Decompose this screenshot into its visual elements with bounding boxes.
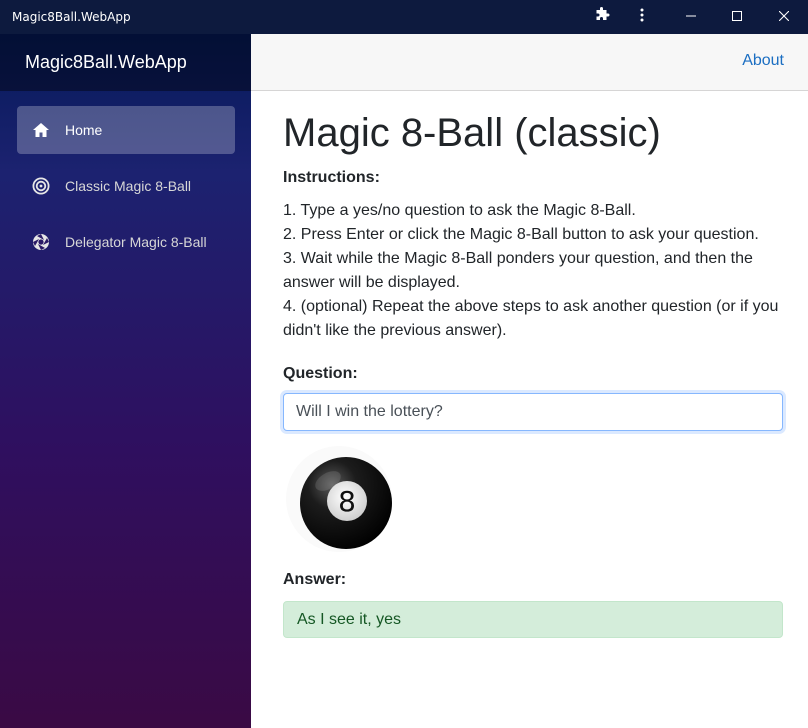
instruction-step: 3. Wait while the Magic 8-Ball ponders y… — [283, 250, 753, 291]
answer-label: Answer: — [283, 571, 347, 588]
close-icon — [778, 8, 790, 26]
target-icon — [31, 176, 51, 196]
maximize-icon — [732, 8, 742, 26]
magic-8-ball-icon: 8 — [286, 446, 392, 552]
brand-bar: Magic8Ball.WebApp — [0, 34, 251, 91]
instructions-list: 1. Type a yes/no question to ask the Mag… — [283, 199, 783, 343]
answer-alert: As I see it, yes — [283, 601, 783, 638]
sidebar-item-home[interactable]: Home — [17, 106, 235, 154]
window-titlebar: Magic8Ball.WebApp — [0, 0, 808, 34]
more-options-button[interactable] — [619, 0, 665, 34]
about-link[interactable]: About — [742, 52, 784, 70]
sidebar-item-classic[interactable]: Classic Magic 8-Ball — [17, 162, 235, 210]
puzzle-icon — [594, 6, 610, 28]
instructions-label: Instructions: — [283, 169, 380, 186]
answer-text: As I see it, yes — [297, 610, 402, 628]
minimize-icon — [686, 8, 696, 26]
instruction-step: 4. (optional) Repeat the above steps to … — [283, 298, 779, 339]
sidebar-item-label: Delegator Magic 8-Ball — [65, 234, 207, 250]
instruction-step: 1. Type a yes/no question to ask the Mag… — [283, 202, 636, 219]
ball-number: 8 — [338, 485, 356, 518]
more-vertical-icon — [640, 8, 644, 27]
main-content: Magic 8-Ball (classic) Instructions: 1. … — [283, 91, 783, 638]
magic-8-ball-button[interactable]: 8 — [283, 445, 395, 553]
question-input[interactable] — [283, 393, 783, 431]
sidebar-item-label: Classic Magic 8-Ball — [65, 178, 192, 194]
sidebar: Magic8Ball.WebApp Home Classic Magic 8-B… — [0, 34, 251, 728]
nav-menu: Home Classic Magic 8-Ball Delegator Magi… — [0, 91, 251, 266]
minimize-button[interactable] — [668, 0, 714, 34]
top-row: About — [251, 34, 808, 91]
brand-link[interactable]: Magic8Ball.WebApp — [25, 52, 187, 73]
sidebar-item-label: Home — [65, 122, 103, 138]
question-label: Question: — [283, 365, 358, 382]
aperture-icon — [31, 232, 51, 252]
close-button[interactable] — [761, 0, 807, 34]
sidebar-item-delegator[interactable]: Delegator Magic 8-Ball — [17, 218, 235, 266]
window-title: Magic8Ball.WebApp — [12, 10, 131, 24]
maximize-button[interactable] — [714, 0, 760, 34]
page-title: Magic 8-Ball (classic) — [283, 111, 661, 155]
home-icon — [31, 120, 51, 140]
instruction-step: 2. Press Enter or click the Magic 8-Ball… — [283, 226, 759, 243]
